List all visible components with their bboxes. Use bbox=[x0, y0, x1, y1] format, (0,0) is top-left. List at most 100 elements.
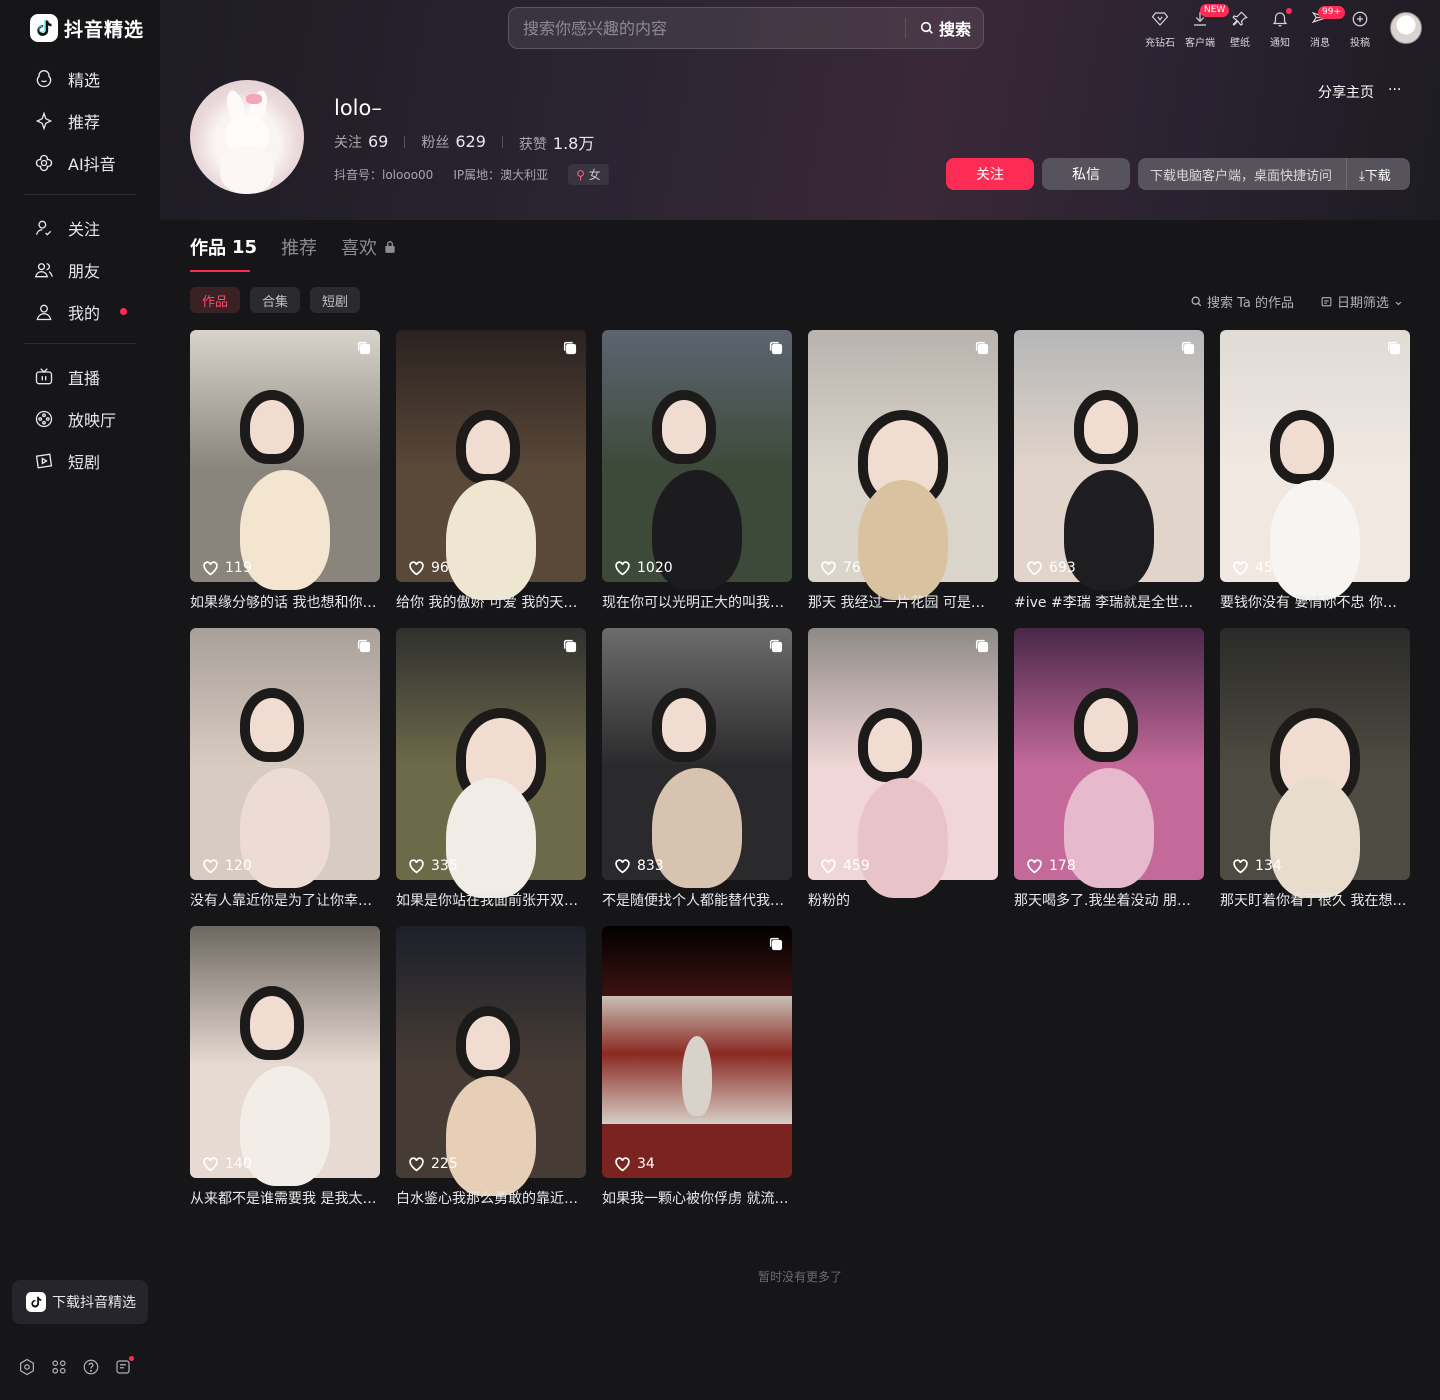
message-button[interactable]: 私信 bbox=[1042, 158, 1130, 190]
video-description[interactable]: 不是随便找个人都能替代我… bbox=[602, 890, 792, 910]
video-description[interactable]: #ive #李瑞 李瑞就是全世界… bbox=[1014, 592, 1204, 612]
multi-image-icon bbox=[357, 639, 371, 653]
download-client-button[interactable]: ⤓下载 bbox=[1347, 165, 1391, 184]
works-tools: 搜索 Ta 的作品 日期筛选 ⌄ bbox=[1190, 292, 1404, 311]
follow-button[interactable]: 关注 bbox=[946, 158, 1034, 190]
nav-item-live[interactable]: 直播 bbox=[24, 356, 136, 398]
my-avatar[interactable] bbox=[1390, 12, 1422, 44]
fans-stat[interactable]: 粉丝 629 bbox=[421, 132, 486, 152]
person-head bbox=[466, 1016, 510, 1070]
nav-item-following[interactable]: 关注 bbox=[24, 207, 136, 249]
notify-button[interactable]: 通知 bbox=[1260, 8, 1300, 49]
notify-dot bbox=[1286, 8, 1292, 14]
video-likes-count: 119 bbox=[225, 560, 252, 576]
person-head bbox=[662, 400, 706, 454]
share-profile-button[interactable]: 分享主页 bbox=[1318, 82, 1374, 102]
video-description[interactable]: 现在你可以光明正大的叫我… bbox=[602, 592, 792, 612]
post-button[interactable]: 投稿 bbox=[1340, 8, 1380, 49]
chip-short-drama[interactable]: 短剧 bbox=[310, 287, 361, 313]
video-card[interactable]: 76 那天 我经过一片花园 可是… bbox=[808, 330, 998, 611]
video-likes-count: 76 bbox=[843, 560, 861, 576]
video-card[interactable]: 833 不是随便找个人都能替代我… bbox=[602, 628, 792, 909]
tab-works[interactable]: 作品 15 bbox=[190, 234, 257, 272]
date-filter-label: 日期筛选 bbox=[1337, 296, 1390, 311]
video-description[interactable]: 如果是你站在我面前张开双… bbox=[396, 890, 586, 910]
heart-icon bbox=[409, 1157, 424, 1172]
video-description[interactable]: 没有人靠近你是为了让你幸… bbox=[190, 890, 380, 910]
video-description[interactable]: 粉粉的 bbox=[808, 890, 998, 910]
video-likes: 120 bbox=[202, 858, 252, 874]
video-card[interactable]: 45 要钱你没有 要情你不忠 你… bbox=[1220, 330, 1410, 611]
nav-label: 短剧 bbox=[68, 453, 101, 472]
chip-works[interactable]: 作品 bbox=[190, 287, 241, 313]
search-input[interactable] bbox=[523, 8, 893, 48]
video-likes: 693 bbox=[1026, 560, 1076, 576]
stat-divider bbox=[501, 136, 503, 148]
video-card[interactable]: 120 没有人靠近你是为了让你幸… bbox=[190, 628, 380, 909]
video-card[interactable]: 335 如果是你站在我面前张开双… bbox=[396, 628, 586, 909]
logo[interactable]: 抖音精选 bbox=[30, 14, 144, 42]
following-count: 69 bbox=[368, 132, 389, 151]
douyin-logo-icon bbox=[30, 14, 58, 42]
multi-image-icon bbox=[769, 639, 783, 653]
video-likes: 178 bbox=[1026, 858, 1076, 874]
video-description[interactable]: 从来都不是谁需要我 是我太… bbox=[190, 1188, 380, 1208]
video-likes: 76 bbox=[820, 560, 861, 576]
video-description[interactable]: 如果缘分够的话 我也想和你… bbox=[190, 592, 380, 612]
feedback-icon[interactable] bbox=[114, 1356, 134, 1376]
multi-image-icon bbox=[1387, 341, 1401, 355]
chip-collections[interactable]: 合集 bbox=[250, 287, 301, 313]
video-description[interactable]: 白水鉴心我那么勇敢的靠近… bbox=[396, 1188, 586, 1208]
video-description[interactable]: 要钱你没有 要情你不忠 你… bbox=[1220, 592, 1410, 612]
video-card[interactable]: 225 白水鉴心我那么勇敢的靠近… bbox=[396, 926, 586, 1207]
more-menu-button[interactable]: ··· bbox=[1388, 82, 1401, 102]
video-description[interactable]: 那天盯着你看了很久 我在想… bbox=[1220, 890, 1410, 910]
fans-count: 629 bbox=[455, 132, 486, 151]
user-check-icon bbox=[35, 220, 52, 236]
video-description[interactable]: 那天 我经过一片花园 可是… bbox=[808, 592, 998, 612]
recharge-button[interactable]: 充钻石 bbox=[1140, 8, 1180, 49]
settings-icon[interactable] bbox=[18, 1358, 36, 1376]
nav-item-recommend[interactable]: 推荐 bbox=[24, 100, 136, 142]
download-app-button[interactable]: 下载抖音精选 bbox=[12, 1280, 148, 1324]
nav-item-theater[interactable]: 放映厅 bbox=[24, 398, 136, 440]
video-card[interactable]: 693 #ive #李瑞 李瑞就是全世界… bbox=[1014, 330, 1204, 611]
search-button[interactable]: 搜索 bbox=[919, 8, 971, 48]
video-card[interactable]: 1020 现在你可以光明正大的叫我… bbox=[602, 330, 792, 611]
tab-works-label: 作品 bbox=[190, 238, 226, 259]
video-card[interactable]: 140 从来都不是谁需要我 是我太… bbox=[190, 926, 380, 1207]
person-body bbox=[446, 480, 536, 600]
end-of-list-text: 暂时没有更多了 bbox=[758, 1270, 843, 1284]
video-card[interactable]: 119 如果缘分够的话 我也想和你… bbox=[190, 330, 380, 611]
profile-avatar[interactable] bbox=[190, 80, 304, 194]
video-card[interactable]: 96 给你 我的傲娇 可爱 我的天… bbox=[396, 330, 586, 611]
video-description[interactable]: 给你 我的傲娇 可爱 我的天… bbox=[396, 592, 586, 612]
nav-item-friends[interactable]: 朋友 bbox=[24, 249, 136, 291]
video-card[interactable]: 134 那天盯着你看了很久 我在想… bbox=[1220, 628, 1410, 909]
tab-liked[interactable]: 喜欢 bbox=[341, 234, 397, 260]
messages-button[interactable]: 99+ 消息 bbox=[1300, 6, 1345, 49]
video-description[interactable]: 如果我一颗心被你俘虏 就流… bbox=[602, 1188, 792, 1208]
video-likes: 833 bbox=[614, 858, 664, 874]
nav-item-ai[interactable]: AI抖音 bbox=[24, 142, 136, 184]
nav-item-featured[interactable]: 精选 bbox=[24, 58, 136, 100]
nav-item-short-drama[interactable]: 短剧 bbox=[24, 440, 136, 482]
person-body bbox=[240, 1066, 330, 1186]
client-button[interactable]: NEW 客户端 bbox=[1180, 4, 1230, 49]
video-card[interactable]: 34 如果我一颗心被你俘虏 就流… bbox=[602, 926, 792, 1207]
wallpaper-button[interactable]: 壁纸 bbox=[1220, 8, 1260, 49]
apps-grid-icon[interactable] bbox=[50, 1358, 68, 1376]
heart-icon bbox=[409, 859, 424, 874]
video-description[interactable]: 那天喝多了.我坐着没动 朋… bbox=[1014, 890, 1204, 910]
help-icon[interactable] bbox=[82, 1358, 100, 1376]
video-likes: 335 bbox=[408, 858, 458, 874]
following-stat[interactable]: 关注 69 bbox=[334, 132, 388, 152]
video-card[interactable]: 178 那天喝多了.我坐着没动 朋… bbox=[1014, 628, 1204, 909]
video-likes: 459 bbox=[820, 858, 870, 874]
date-filter-button[interactable]: 日期筛选 ⌄ bbox=[1320, 292, 1404, 311]
calendar-icon bbox=[1321, 297, 1332, 307]
video-card[interactable]: 459 粉粉的 bbox=[808, 628, 998, 909]
tab-recommend[interactable]: 推荐 bbox=[281, 234, 317, 260]
search-works-button[interactable]: 搜索 Ta 的作品 bbox=[1190, 292, 1294, 311]
nav-item-me[interactable]: 我的 bbox=[24, 291, 136, 333]
